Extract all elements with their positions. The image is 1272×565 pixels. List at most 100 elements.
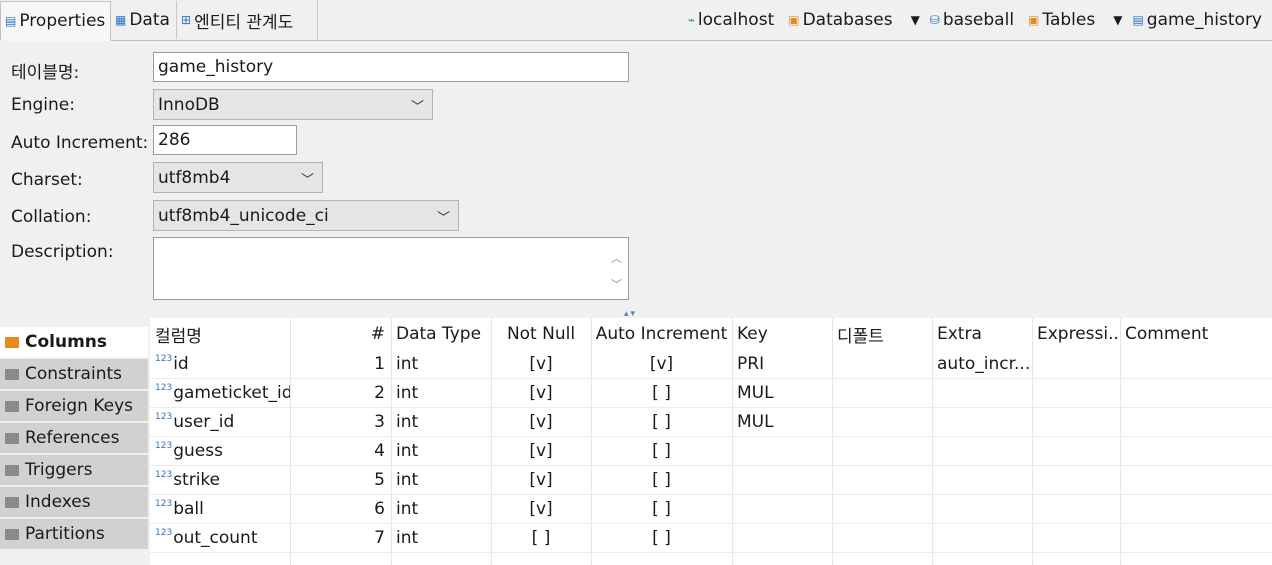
cell-auto-inc[interactable]: [ ] xyxy=(591,524,732,552)
cell-not-null[interactable]: [v] xyxy=(491,466,591,494)
cell-key[interactable]: MUL xyxy=(732,379,832,407)
textarea-scrollbar[interactable]: ︿ ﹀ xyxy=(611,246,622,298)
sidenav-item-foreign-keys[interactable]: Foreign Keys xyxy=(0,391,148,422)
cell-extra[interactable] xyxy=(932,495,1032,523)
cell-extra[interactable] xyxy=(932,408,1032,436)
column-header-auto-increment[interactable]: Auto Increment xyxy=(591,318,732,350)
cell-default[interactable] xyxy=(832,437,932,465)
cell-not-null[interactable]: [v] xyxy=(491,408,591,436)
cell-name[interactable]: 123 user_id xyxy=(150,408,290,436)
cell-comment[interactable] xyxy=(1120,379,1272,407)
cell-num[interactable]: 5 xyxy=(290,466,391,494)
cell-expr[interactable] xyxy=(1032,466,1120,494)
auto-increment-input[interactable]: 286 xyxy=(153,125,297,155)
cell-num[interactable]: 1 xyxy=(290,350,391,378)
cell-name[interactable]: 123 guess xyxy=(150,437,290,465)
cell-key[interactable] xyxy=(732,437,832,465)
cell-extra[interactable] xyxy=(932,379,1032,407)
tab-properties[interactable]: ▤ Properties xyxy=(0,1,111,41)
cell-auto-inc[interactable]: [ ] xyxy=(591,466,732,494)
column-header-default[interactable]: 디폴트 xyxy=(832,318,932,350)
cell-num[interactable]: 6 xyxy=(290,495,391,523)
cell-type[interactable]: int xyxy=(391,379,491,407)
cell-name[interactable]: 123 strike xyxy=(150,466,290,494)
cell-expr[interactable] xyxy=(1032,408,1120,436)
table-row[interactable]: 123 strike 5 int [v][ ] xyxy=(150,466,1272,495)
cell-not-null[interactable]: [v] xyxy=(491,350,591,378)
chevron-up-icon[interactable]: ︿ xyxy=(611,246,622,272)
table-row[interactable]: 123 ball 6 int [v][ ] xyxy=(150,495,1272,524)
tab-er-diagram[interactable]: ⊞ 엔티티 관계도 xyxy=(177,1,318,39)
cell-not-null[interactable]: [v] xyxy=(491,495,591,523)
cell-type[interactable]: int xyxy=(391,437,491,465)
cell-extra[interactable] xyxy=(932,466,1032,494)
cell-name[interactable]: 123 out_count xyxy=(150,524,290,552)
table-row[interactable]: 123 guess 4 int [v][ ] xyxy=(150,437,1272,466)
cell-extra[interactable]: auto_incr... xyxy=(932,350,1032,378)
cell-num[interactable]: 3 xyxy=(290,408,391,436)
charset-select[interactable]: utf8mb4 ﹀ xyxy=(153,162,323,193)
breadcrumb-databases[interactable]: ▣ Databases xyxy=(788,10,892,30)
cell-auto-inc[interactable]: [ ] xyxy=(591,408,732,436)
cell-key[interactable] xyxy=(732,495,832,523)
cell-expr[interactable] xyxy=(1032,524,1120,552)
cell-expr[interactable] xyxy=(1032,437,1120,465)
cell-name[interactable]: 123 gameticket_id xyxy=(150,379,290,407)
cell-auto-inc[interactable]: [v] xyxy=(591,350,732,378)
cell-key[interactable]: PRI xyxy=(732,350,832,378)
cell-auto-inc[interactable]: [ ] xyxy=(591,379,732,407)
collation-select[interactable]: utf8mb4_unicode_ci ﹀ xyxy=(153,200,459,231)
breadcrumb-host[interactable]: ⌁ localhost xyxy=(688,10,775,30)
cell-type[interactable]: int xyxy=(391,495,491,523)
cell-default[interactable] xyxy=(832,466,932,494)
column-header-name[interactable]: 컬럼명 xyxy=(150,318,290,350)
table-row[interactable]: 123 gameticket_id 2 int [v][ ] MUL xyxy=(150,379,1272,408)
cell-extra[interactable] xyxy=(932,524,1032,552)
engine-select[interactable]: InnoDB ﹀ xyxy=(153,89,433,120)
sidenav-item-references[interactable]: References xyxy=(0,423,148,454)
column-header-num[interactable]: # xyxy=(290,318,391,350)
cell-num[interactable]: 7 xyxy=(290,524,391,552)
column-header-not-null[interactable]: Not Null xyxy=(491,318,591,350)
cell-default[interactable] xyxy=(832,379,932,407)
cell-key[interactable] xyxy=(732,524,832,552)
cell-default[interactable] xyxy=(832,408,932,436)
cell-default[interactable] xyxy=(832,350,932,378)
cell-num[interactable]: 2 xyxy=(290,379,391,407)
breadcrumb-tables[interactable]: ▣ Tables xyxy=(1028,10,1095,30)
cell-comment[interactable] xyxy=(1120,437,1272,465)
cell-num[interactable]: 4 xyxy=(290,437,391,465)
cell-extra[interactable] xyxy=(932,437,1032,465)
cell-type[interactable]: int xyxy=(391,350,491,378)
cell-expr[interactable] xyxy=(1032,495,1120,523)
breadcrumb-table[interactable]: ▤ game_history xyxy=(1132,10,1262,30)
chevron-down-icon[interactable]: ▼ xyxy=(911,13,920,27)
breadcrumb-database[interactable]: ⛁ baseball xyxy=(930,10,1014,30)
cell-auto-inc[interactable]: [ ] xyxy=(591,437,732,465)
cell-comment[interactable] xyxy=(1120,495,1272,523)
cell-not-null[interactable]: [v] xyxy=(491,437,591,465)
cell-not-null[interactable]: [v] xyxy=(491,379,591,407)
cell-not-null[interactable]: [ ] xyxy=(491,524,591,552)
sidenav-item-partitions[interactable]: Partitions xyxy=(0,519,148,550)
table-row[interactable]: 123 id 1 int [v] [v] PRI auto_incr... xyxy=(150,350,1272,379)
table-name-input[interactable]: game_history xyxy=(153,52,629,82)
cell-comment[interactable] xyxy=(1120,408,1272,436)
cell-key[interactable] xyxy=(732,466,832,494)
cell-expr[interactable] xyxy=(1032,379,1120,407)
column-header-data-type[interactable]: Data Type xyxy=(391,318,491,350)
cell-comment[interactable] xyxy=(1120,466,1272,494)
column-header-comment[interactable]: Comment xyxy=(1120,318,1272,350)
cell-comment[interactable] xyxy=(1120,350,1272,378)
cell-auto-inc[interactable]: [ ] xyxy=(591,495,732,523)
cell-key[interactable]: MUL xyxy=(732,408,832,436)
tab-data[interactable]: ▦ Data xyxy=(111,1,177,39)
cell-type[interactable]: int xyxy=(391,466,491,494)
description-textarea[interactable]: ︿ ﹀ xyxy=(153,237,629,300)
cell-default[interactable] xyxy=(832,495,932,523)
column-header-expression[interactable]: Expressi... xyxy=(1032,318,1120,350)
column-header-extra[interactable]: Extra xyxy=(932,318,1032,350)
cell-name[interactable]: 123 ball xyxy=(150,495,290,523)
cell-type[interactable]: int xyxy=(391,408,491,436)
sidenav-item-indexes[interactable]: Indexes xyxy=(0,487,148,518)
